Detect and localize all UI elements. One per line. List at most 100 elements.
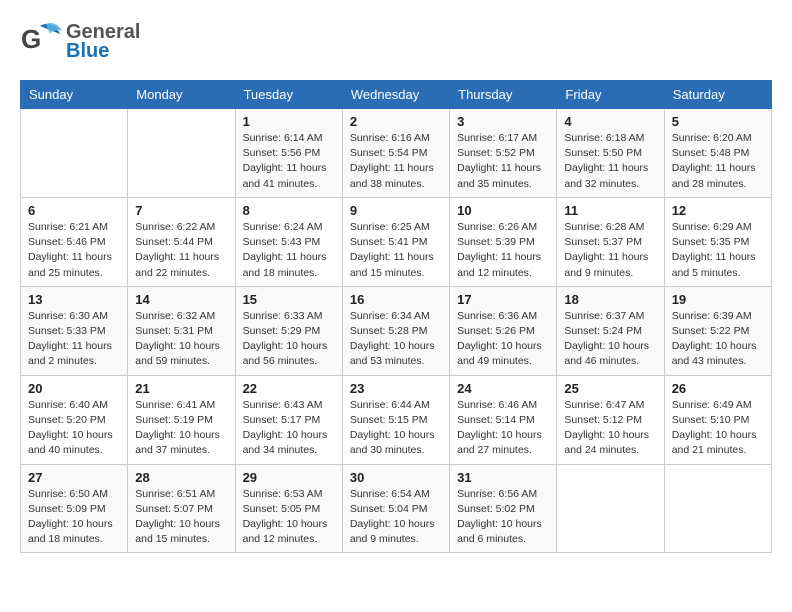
day-number: 24 <box>457 381 549 396</box>
calendar-cell: 28 Sunrise: 6:51 AMSunset: 5:07 PMDayligh… <box>128 464 235 553</box>
day-number: 23 <box>350 381 442 396</box>
calendar-cell <box>21 109 128 198</box>
day-info: Sunrise: 6:17 AMSunset: 5:52 PMDaylight:… <box>457 131 549 192</box>
day-info: Sunrise: 6:28 AMSunset: 5:37 PMDaylight:… <box>564 220 656 281</box>
day-info: Sunrise: 6:16 AMSunset: 5:54 PMDaylight:… <box>350 131 442 192</box>
calendar-cell <box>128 109 235 198</box>
day-number: 2 <box>350 114 442 129</box>
day-info: Sunrise: 6:44 AMSunset: 5:15 PMDaylight:… <box>350 398 442 459</box>
day-number: 27 <box>28 470 120 485</box>
calendar-cell: 4 Sunrise: 6:18 AMSunset: 5:50 PMDaylight… <box>557 109 664 198</box>
day-info: Sunrise: 6:24 AMSunset: 5:43 PMDaylight:… <box>243 220 335 281</box>
day-number: 11 <box>564 203 656 218</box>
calendar-cell: 29 Sunrise: 6:53 AMSunset: 5:05 PMDayligh… <box>235 464 342 553</box>
calendar-cell: 27 Sunrise: 6:50 AMSunset: 5:09 PMDayligh… <box>21 464 128 553</box>
day-number: 10 <box>457 203 549 218</box>
day-info: Sunrise: 6:43 AMSunset: 5:17 PMDaylight:… <box>243 398 335 459</box>
day-info: Sunrise: 6:40 AMSunset: 5:20 PMDaylight:… <box>28 398 120 459</box>
day-info: Sunrise: 6:22 AMSunset: 5:44 PMDaylight:… <box>135 220 227 281</box>
day-info: Sunrise: 6:29 AMSunset: 5:35 PMDaylight:… <box>672 220 764 281</box>
day-number: 22 <box>243 381 335 396</box>
day-info: Sunrise: 6:54 AMSunset: 5:04 PMDaylight:… <box>350 487 442 548</box>
day-info: Sunrise: 6:37 AMSunset: 5:24 PMDaylight:… <box>564 309 656 370</box>
day-info: Sunrise: 6:36 AMSunset: 5:26 PMDaylight:… <box>457 309 549 370</box>
weekday-header-wednesday: Wednesday <box>342 81 449 109</box>
calendar-cell: 9Sunrise: 6:25 AMSunset: 5:41 PMDaylight… <box>342 197 449 286</box>
calendar-cell: 10 Sunrise: 6:26 AMSunset: 5:39 PMDayligh… <box>450 197 557 286</box>
day-info: Sunrise: 6:20 AMSunset: 5:48 PMDaylight:… <box>672 131 764 192</box>
calendar-cell: 23 Sunrise: 6:44 AMSunset: 5:15 PMDayligh… <box>342 375 449 464</box>
calendar-cell: 30 Sunrise: 6:54 AMSunset: 5:04 PMDayligh… <box>342 464 449 553</box>
day-number: 12 <box>672 203 764 218</box>
calendar-cell: 31Sunrise: 6:56 AMSunset: 5:02 PMDayligh… <box>450 464 557 553</box>
calendar-cell: 5 Sunrise: 6:20 AMSunset: 5:48 PMDaylight… <box>664 109 771 198</box>
weekday-header-saturday: Saturday <box>664 81 771 109</box>
weekday-header-monday: Monday <box>128 81 235 109</box>
calendar-cell: 17 Sunrise: 6:36 AMSunset: 5:26 PMDayligh… <box>450 286 557 375</box>
day-info: Sunrise: 6:18 AMSunset: 5:50 PMDaylight:… <box>564 131 656 192</box>
day-number: 1 <box>243 114 335 129</box>
svg-text:G: G <box>21 24 41 54</box>
calendar-cell <box>557 464 664 553</box>
calendar-cell: 20 Sunrise: 6:40 AMSunset: 5:20 PMDayligh… <box>21 375 128 464</box>
day-number: 16 <box>350 292 442 307</box>
day-info: Sunrise: 6:14 AMSunset: 5:56 PMDaylight:… <box>243 131 335 192</box>
day-number: 30 <box>350 470 442 485</box>
calendar-cell: 11 Sunrise: 6:28 AMSunset: 5:37 PMDayligh… <box>557 197 664 286</box>
day-number: 5 <box>672 114 764 129</box>
weekday-header-tuesday: Tuesday <box>235 81 342 109</box>
calendar-cell: 24 Sunrise: 6:46 AMSunset: 5:14 PMDayligh… <box>450 375 557 464</box>
weekday-header-sunday: Sunday <box>21 81 128 109</box>
calendar-cell <box>664 464 771 553</box>
calendar-cell: 12 Sunrise: 6:29 AMSunset: 5:35 PMDayligh… <box>664 197 771 286</box>
day-info: Sunrise: 6:21 AMSunset: 5:46 PMDaylight:… <box>28 220 120 281</box>
calendar-cell: 16 Sunrise: 6:34 AMSunset: 5:28 PMDayligh… <box>342 286 449 375</box>
day-info: Sunrise: 6:41 AMSunset: 5:19 PMDaylight:… <box>135 398 227 459</box>
day-info: Sunrise: 6:26 AMSunset: 5:39 PMDaylight:… <box>457 220 549 281</box>
day-number: 28 <box>135 470 227 485</box>
day-number: 3 <box>457 114 549 129</box>
calendar-cell: 14 Sunrise: 6:32 AMSunset: 5:31 PMDayligh… <box>128 286 235 375</box>
day-info: Sunrise: 6:50 AMSunset: 5:09 PMDaylight:… <box>28 487 120 548</box>
calendar-cell: 7 Sunrise: 6:22 AMSunset: 5:44 PMDaylight… <box>128 197 235 286</box>
calendar-cell: 26 Sunrise: 6:49 AMSunset: 5:10 PMDayligh… <box>664 375 771 464</box>
calendar-cell: 21 Sunrise: 6:41 AMSunset: 5:19 PMDayligh… <box>128 375 235 464</box>
day-info: Sunrise: 6:47 AMSunset: 5:12 PMDaylight:… <box>564 398 656 459</box>
day-number: 13 <box>28 292 120 307</box>
logo-svg: G <box>20 20 64 64</box>
calendar-cell: 15 Sunrise: 6:33 AMSunset: 5:29 PMDayligh… <box>235 286 342 375</box>
day-number: 8 <box>243 203 335 218</box>
day-number: 4 <box>564 114 656 129</box>
day-info: Sunrise: 6:34 AMSunset: 5:28 PMDaylight:… <box>350 309 442 370</box>
day-info: Sunrise: 6:53 AMSunset: 5:05 PMDaylight:… <box>243 487 335 548</box>
day-number: 21 <box>135 381 227 396</box>
calendar-cell: 22 Sunrise: 6:43 AMSunset: 5:17 PMDayligh… <box>235 375 342 464</box>
page-header: G General Blue <box>20 20 772 64</box>
day-number: 26 <box>672 381 764 396</box>
calendar-cell: 25 Sunrise: 6:47 AMSunset: 5:12 PMDayligh… <box>557 375 664 464</box>
calendar-cell: 18 Sunrise: 6:37 AMSunset: 5:24 PMDayligh… <box>557 286 664 375</box>
calendar-cell: 2 Sunrise: 6:16 AMSunset: 5:54 PMDaylight… <box>342 109 449 198</box>
day-number: 9 <box>350 203 442 218</box>
day-number: 17 <box>457 292 549 307</box>
day-number: 7 <box>135 203 227 218</box>
day-number: 14 <box>135 292 227 307</box>
day-info: Sunrise: 6:51 AMSunset: 5:07 PMDaylight:… <box>135 487 227 548</box>
logo-blue-text: Blue <box>66 40 140 63</box>
calendar-cell: 19 Sunrise: 6:39 AMSunset: 5:22 PMDayligh… <box>664 286 771 375</box>
day-number: 18 <box>564 292 656 307</box>
day-info: Sunrise: 6:33 AMSunset: 5:29 PMDaylight:… <box>243 309 335 370</box>
day-number: 15 <box>243 292 335 307</box>
calendar-cell: 8 Sunrise: 6:24 AMSunset: 5:43 PMDaylight… <box>235 197 342 286</box>
day-info: Sunrise: 6:39 AMSunset: 5:22 PMDaylight:… <box>672 309 764 370</box>
day-info: Sunrise: 6:46 AMSunset: 5:14 PMDaylight:… <box>457 398 549 459</box>
day-number: 29 <box>243 470 335 485</box>
weekday-header-thursday: Thursday <box>450 81 557 109</box>
day-number: 25 <box>564 381 656 396</box>
day-number: 20 <box>28 381 120 396</box>
logo: G General Blue <box>20 20 140 64</box>
day-number: 19 <box>672 292 764 307</box>
day-info: Sunrise: 6:49 AMSunset: 5:10 PMDaylight:… <box>672 398 764 459</box>
day-info: Sunrise: 6:32 AMSunset: 5:31 PMDaylight:… <box>135 309 227 370</box>
calendar-cell: 6Sunrise: 6:21 AMSunset: 5:46 PMDaylight… <box>21 197 128 286</box>
